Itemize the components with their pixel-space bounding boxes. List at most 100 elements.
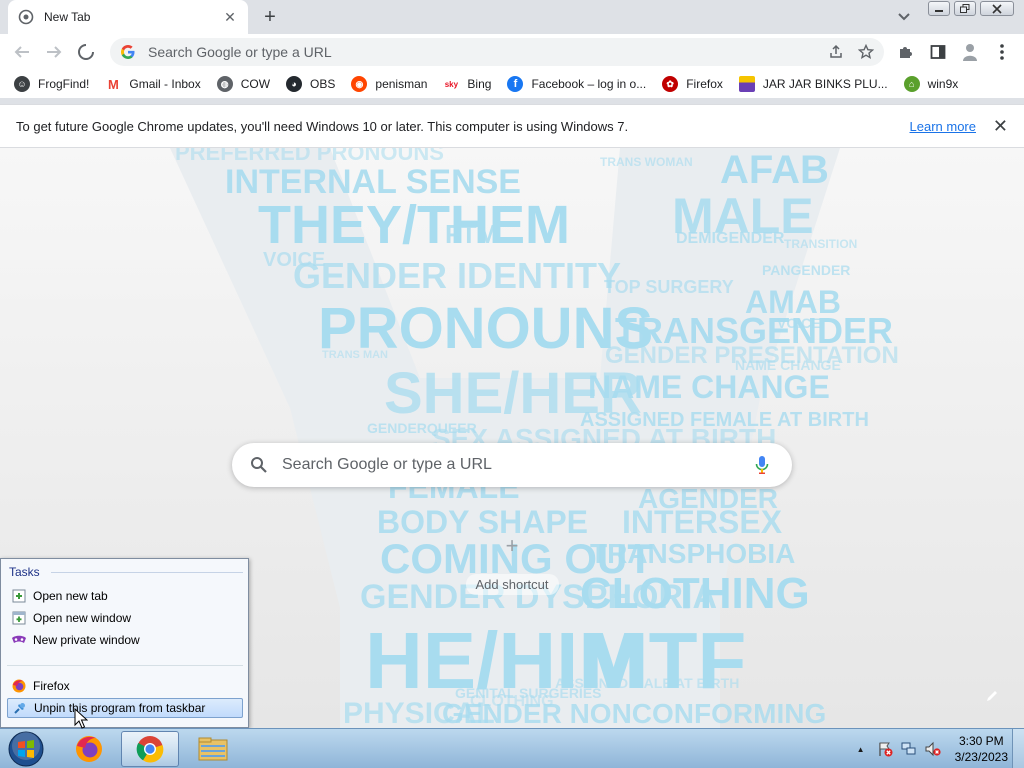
new-tab-icon [11,588,27,604]
bookmark-label: Facebook – log in o... [531,77,647,91]
private-window-icon [11,632,27,648]
bookmark-frogfind[interactable]: ☺ FrogFind! [14,76,89,92]
bookmark-star-icon[interactable] [854,40,878,64]
jumplist-open-new-window[interactable]: Open new window [7,608,243,628]
microphone-icon[interactable] [750,453,774,477]
word-cloud-word: CLOTHING [470,693,554,710]
omnibox[interactable]: Search Google or type a URL [110,38,884,66]
back-arrow-icon[interactable] [10,40,34,64]
show-hidden-icons-arrow-icon[interactable]: ▲ [853,741,869,757]
reddit-icon: ◉ [351,76,368,92]
taskbar-chrome-button[interactable] [121,731,179,767]
action-center-flag-icon[interactable] [877,741,893,757]
jumplist-separator [7,665,243,666]
new-tab-button[interactable]: + [258,5,282,29]
github-icon: ◕ [286,76,303,92]
omnibox-placeholder: Search Google or type a URL [148,44,332,60]
bookmark-gmail[interactable]: M Gmail - Inbox [105,76,201,92]
bookmark-label: win9x [927,77,959,91]
windows-taskbar: ▲ 3:30 PM 3/23/2023 [0,728,1024,768]
bookmark-label: FrogFind! [38,77,90,91]
bag-icon [738,76,755,92]
word-cloud-word: FTM [445,219,498,249]
jumplist-header-divider [51,572,243,573]
bookmark-penisman[interactable]: ◉ penisman [351,76,427,92]
word-cloud-word: TRANSITION [784,237,857,251]
bing-icon: sky [443,76,460,92]
network-icon[interactable] [901,741,917,757]
share-icon[interactable] [824,40,848,64]
word-cloud-word: VOICE [263,249,325,271]
infobar-message: To get future Google Chrome updates, you… [16,118,629,134]
tab-strip: New Tab ✕ + [0,0,1024,34]
infobar-close-icon[interactable]: ✕ [993,116,1008,137]
bookmark-jarjar[interactable]: JAR JAR BINKS PLU... [738,76,888,92]
taskbar-explorer-button[interactable] [184,731,242,767]
jumplist-item-label: Firefox [33,679,70,693]
profile-avatar-icon[interactable] [958,40,982,64]
window-close-button[interactable] [980,1,1014,16]
tab-title: New Tab [44,10,91,24]
word-cloud-word: AGENDER [638,483,778,514]
add-shortcut-plus-icon: + [505,533,519,558]
jumplist-item-label: Open new window [33,611,132,625]
volume-muted-icon[interactable] [925,741,941,757]
unpin-icon [12,700,28,716]
forward-arrow-icon[interactable] [42,40,66,64]
system-tray: ▲ 3:30 PM 3/23/2023 [845,729,1008,768]
bookmark-label: penisman [375,77,428,91]
gmail-icon: M [105,76,122,92]
bookmark-win9x[interactable]: ⌂ win9x [903,76,959,92]
jumplist-unpin-program[interactable]: Unpin this program from taskbar [7,698,243,718]
add-shortcut-label: Add shortcut [465,574,559,595]
jumplist-open-new-tab[interactable]: Open new tab [7,586,243,606]
bookmark-firefox[interactable]: ✿ Firefox [662,76,723,92]
chrome-icon [136,736,164,763]
menu-kebab-icon[interactable] [990,40,1014,64]
taskbar-clock[interactable]: 3:30 PM 3/23/2023 [955,733,1008,765]
bookmark-label: Gmail - Inbox [129,77,201,91]
ntp-search-placeholder: Search Google or type a URL [282,456,492,473]
word-cloud-word: TOP SURGERY [604,277,734,297]
jumplist-header: Tasks [9,565,40,579]
word-cloud-word: TRANSPHOBIA [590,538,795,569]
firefox-red-icon: ✿ [662,76,679,92]
bookmark-label: Bing [467,77,492,91]
bookmark-facebook[interactable]: f Facebook – log in o... [507,76,646,92]
firefox-icon [11,678,27,694]
facebook-icon: f [507,76,524,92]
word-cloud-word: MTF [582,616,746,705]
taskbar-firefox-button[interactable] [60,731,118,767]
bookmarks-bar: ☺ FrogFind! M Gmail - Inbox ◍ COW ◕ OBS … [0,70,1024,98]
word-cloud-word: TRANS WOMAN [600,155,693,169]
tab-search-chevron-icon[interactable] [893,7,915,27]
word-cloud-word: GENDERQUEER [367,420,477,436]
tab-new-tab[interactable]: New Tab ✕ [8,0,248,34]
extensions-puzzle-icon[interactable] [894,40,918,64]
clock-time: 3:30 PM [958,734,1004,748]
word-cloud-word: DEMIGENDER [676,230,785,247]
add-shortcut-tile[interactable]: + Add shortcut [462,526,562,606]
ntp-search-box[interactable]: Search Google or type a URL [232,443,792,487]
reload-loading-icon[interactable] [74,40,98,64]
show-desktop-button[interactable] [1012,729,1024,768]
jumplist-item-label: Unpin this program from taskbar [34,701,206,715]
jumplist-firefox[interactable]: Firefox [7,676,243,696]
win9x-icon: ⌂ [903,76,920,92]
google-g-icon [121,45,135,59]
bookmark-cow[interactable]: ◍ COW [216,76,270,92]
learn-more-link[interactable]: Learn more [910,119,976,134]
window-restore-button[interactable] [954,1,976,16]
start-orb-button[interactable] [6,730,46,768]
mouse-cursor-icon [74,708,88,729]
side-panel-icon[interactable] [926,40,950,64]
bookmark-bing[interactable]: sky Bing [443,76,491,92]
tab-close-icon[interactable]: ✕ [222,9,238,25]
word-cloud-word: PANGENDER [762,262,850,278]
bookmark-obs[interactable]: ◕ OBS [286,76,335,92]
jumplist-new-private-window[interactable]: New private window [7,630,243,650]
customize-pencil-icon[interactable] [982,686,1002,706]
window-minimize-button[interactable] [928,1,950,16]
update-infobar: To get future Google Chrome updates, you… [0,104,1024,148]
frog-icon: ☺ [14,76,30,92]
